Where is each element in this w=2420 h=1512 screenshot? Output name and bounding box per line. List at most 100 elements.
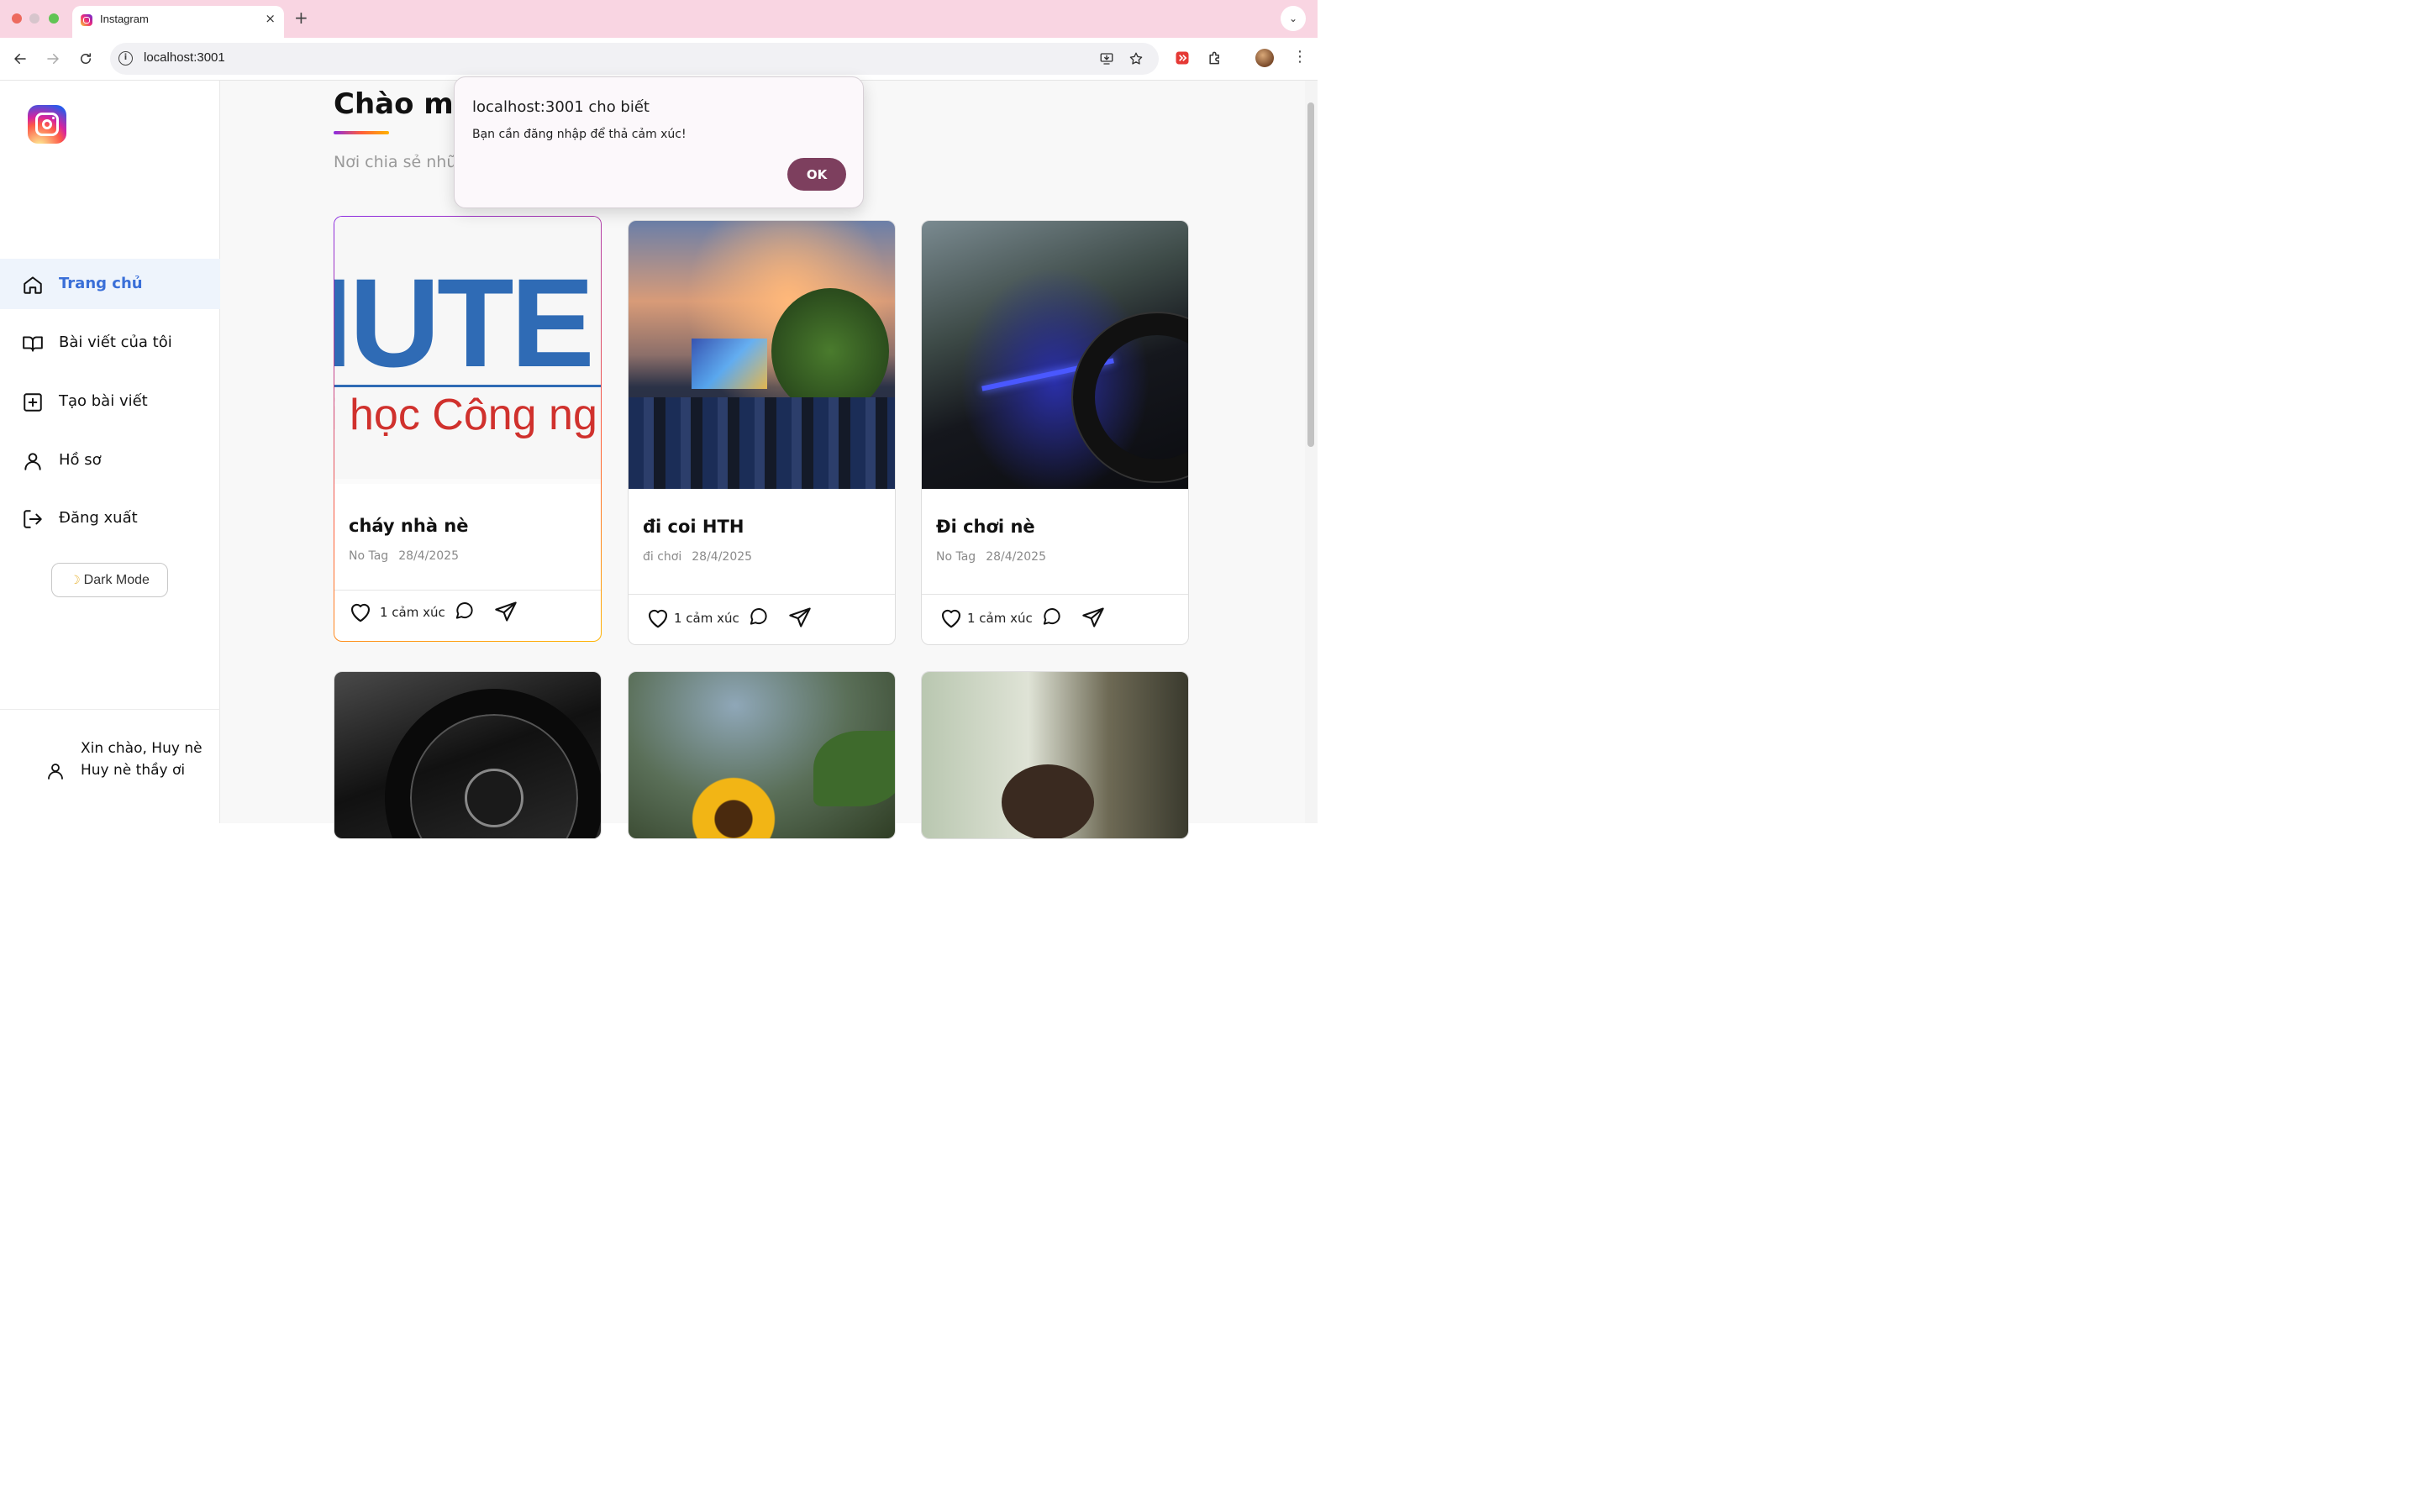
browser-tab[interactable]: Instagram × — [72, 6, 284, 38]
post-title[interactable]: đi coi HTH — [643, 517, 744, 537]
scrollbar-thumb[interactable] — [1307, 102, 1314, 447]
post-title[interactable]: Đi chơi nè — [936, 517, 1035, 537]
arrow-left-icon — [14, 54, 26, 64]
post-meta: No Tag 28/4/2025 — [349, 549, 459, 563]
post-image[interactable] — [922, 672, 1188, 838]
post-card[interactable]: đi coi HTH đi chơi 28/4/2025 1 cảm xúc — [628, 220, 896, 645]
book-icon — [23, 336, 43, 352]
reaction-count: 1 cảm xúc — [967, 611, 1033, 626]
post-image[interactable]: IUTE i học Công ng — [334, 217, 601, 484]
sidebar-item-label: Bài viết của tôi — [59, 333, 172, 351]
page-subtitle: Nơi chia sẻ nhữ — [334, 153, 457, 171]
dark-mode-button[interactable]: ☽ Dark Mode — [51, 563, 168, 597]
extensions-puzzle-icon[interactable] — [1207, 50, 1223, 66]
post-tag: No Tag — [349, 549, 389, 563]
tab-search-button[interactable]: ⌄ — [1281, 6, 1306, 31]
sidebar-item-my-posts[interactable]: Bài viết của tôi — [0, 318, 220, 368]
post-image[interactable] — [922, 221, 1188, 489]
post-card[interactable]: Đi chơi nè No Tag 28/4/2025 1 cảm xúc — [921, 220, 1189, 645]
post-meta: No Tag 28/4/2025 — [936, 550, 1046, 564]
post-image[interactable] — [629, 672, 895, 838]
reload-button[interactable] — [76, 49, 96, 69]
address-bar[interactable]: i localhost:3001 — [110, 43, 1159, 75]
plus-square-icon — [24, 393, 42, 412]
post-card[interactable] — [628, 671, 896, 839]
post-image[interactable] — [334, 672, 601, 838]
post-card[interactable]: IUTE i học Công ng cháy nhà nè No Tag 28/… — [334, 216, 602, 642]
dark-mode-label: Dark Mode — [83, 572, 150, 587]
post-card[interactable] — [921, 671, 1189, 839]
profile-avatar[interactable] — [1255, 49, 1274, 67]
browser-tab-bar: Instagram × + ⌄ — [0, 0, 1318, 38]
post-title[interactable]: cháy nhà nè — [349, 516, 469, 536]
reaction-count: 1 cảm xúc — [674, 611, 739, 626]
install-app-icon[interactable] — [1099, 51, 1114, 66]
ok-button[interactable]: OK — [787, 158, 846, 191]
user-icon — [24, 453, 41, 470]
post-card[interactable] — [334, 671, 602, 839]
sidebar-item-label: Đăng xuất — [59, 509, 138, 527]
minimize-window-button[interactable] — [29, 13, 39, 24]
post-actions: 1 cảm xúc — [935, 604, 1179, 634]
post-date: 28/4/2025 — [398, 549, 459, 563]
browser-menu-icon[interactable]: ⋮ — [1292, 48, 1307, 66]
card-divider — [629, 594, 895, 595]
alert-dialog: localhost:3001 cho biết Bạn cần đăng nhậ… — [454, 76, 864, 208]
instagram-logo-icon[interactable] — [28, 105, 66, 144]
back-button[interactable] — [10, 49, 30, 69]
user-icon — [48, 764, 63, 780]
maximize-window-button[interactable] — [49, 13, 59, 24]
post-image-text: IUTE — [334, 252, 595, 393]
sidebar-item-create-post[interactable]: Tạo bài viết — [0, 376, 220, 427]
post-actions: 1 cảm xúc — [642, 604, 886, 634]
comment-icon[interactable] — [1041, 606, 1063, 627]
extension-red-icon[interactable] — [1174, 50, 1191, 66]
sidebar-item-label: Trang chủ — [59, 275, 143, 292]
sidebar: Trang chủ Bài viết của tôi Tạo bài viết … — [0, 81, 220, 823]
heart-icon[interactable] — [348, 600, 373, 623]
tab-title: Instagram — [100, 13, 149, 25]
url-text[interactable]: localhost:3001 — [144, 50, 225, 65]
sidebar-item-profile[interactable]: Hồ sơ — [0, 435, 220, 486]
new-tab-button[interactable]: + — [294, 8, 308, 28]
sidebar-item-home[interactable]: Trang chủ — [0, 259, 220, 309]
send-icon[interactable] — [1081, 606, 1105, 629]
browser-toolbar: i localhost:3001 ⋮ — [0, 38, 1318, 81]
sidebar-divider — [0, 709, 220, 710]
moon-icon: ☽ — [70, 573, 81, 586]
card-divider — [922, 594, 1188, 595]
post-date: 28/4/2025 — [986, 550, 1046, 564]
comment-icon[interactable] — [454, 600, 476, 622]
reaction-count: 1 cảm xúc — [380, 605, 445, 620]
bookmark-star-icon[interactable] — [1128, 51, 1144, 66]
post-tag: No Tag — [936, 550, 976, 564]
post-image[interactable] — [629, 221, 895, 489]
send-icon[interactable] — [494, 600, 518, 623]
instagram-favicon-icon — [81, 14, 92, 26]
comment-icon[interactable] — [748, 606, 770, 627]
user-greeting: Xin chào, Huy nè Huy nè thầy ơi — [81, 740, 203, 779]
arrow-right-icon — [47, 54, 59, 64]
post-tag: đi chơi — [643, 550, 682, 564]
sidebar-item-label: Tạo bài viết — [59, 392, 148, 410]
home-icon — [24, 276, 42, 294]
page-title: Chào mừ — [334, 87, 460, 121]
title-underline — [334, 131, 389, 134]
tab-close-icon[interactable]: × — [265, 11, 276, 26]
sidebar-item-label: Hồ sơ — [59, 451, 102, 469]
close-window-button[interactable] — [12, 13, 22, 24]
dialog-title: localhost:3001 cho biết — [472, 98, 650, 116]
dialog-message: Bạn cần đăng nhập để thả cảm xúc! — [472, 128, 687, 141]
card-divider — [334, 590, 601, 591]
heart-icon[interactable] — [645, 606, 671, 629]
forward-button[interactable] — [43, 49, 63, 69]
page-scrollbar[interactable] — [1305, 81, 1318, 823]
logout-icon — [24, 510, 42, 528]
post-image-text: i học Công ng — [334, 391, 597, 439]
heart-icon[interactable] — [939, 606, 964, 629]
post-date: 28/4/2025 — [692, 550, 753, 564]
site-info-icon[interactable]: i — [118, 51, 133, 66]
post-meta: đi chơi 28/4/2025 — [643, 550, 752, 564]
sidebar-item-logout[interactable]: Đăng xuất — [0, 493, 220, 543]
send-icon[interactable] — [788, 606, 812, 629]
